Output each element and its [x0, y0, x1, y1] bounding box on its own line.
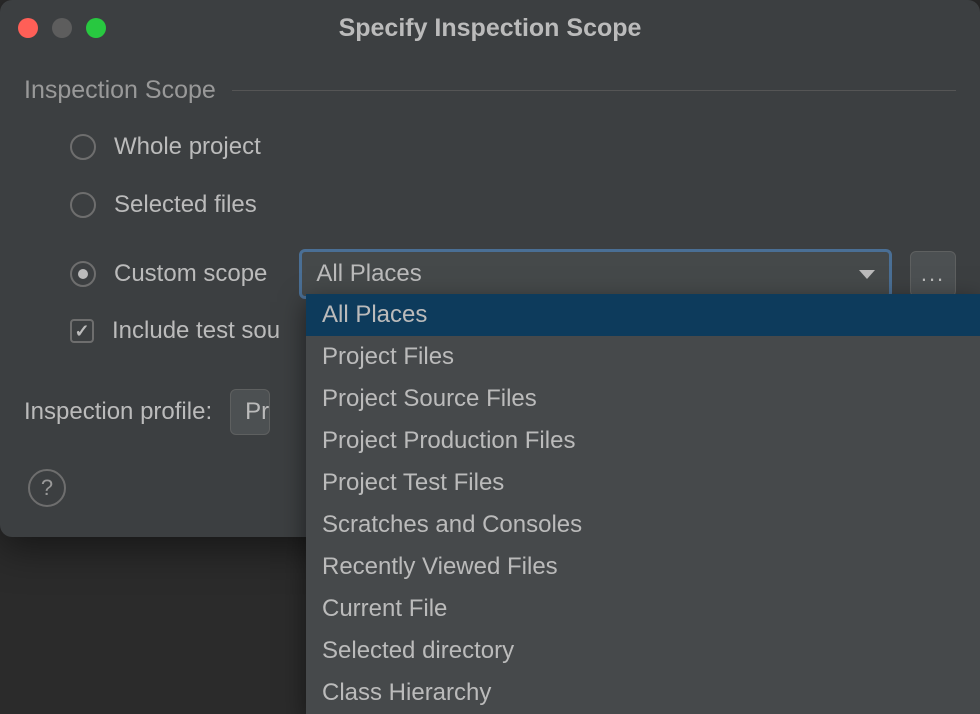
radio-selected-files-label: Selected files: [114, 191, 257, 219]
titlebar: Specify Inspection Scope: [0, 0, 980, 56]
dropdown-option-class-hierarchy[interactable]: Class Hierarchy: [306, 672, 980, 714]
maximize-window-button[interactable]: [86, 18, 106, 38]
include-test-sources-label: Include test sou: [112, 317, 280, 345]
help-button[interactable]: ?: [28, 469, 66, 507]
radio-custom-scope[interactable]: [70, 261, 96, 287]
radio-custom-scope-row: Custom scope All Places ...: [70, 249, 956, 299]
dropdown-option-scratches-consoles[interactable]: Scratches and Consoles: [306, 504, 980, 546]
dropdown-option-project-test-files[interactable]: Project Test Files: [306, 462, 980, 504]
radio-selected-files-row[interactable]: Selected files: [70, 191, 956, 219]
radio-whole-project-row[interactable]: Whole project: [70, 133, 956, 161]
section-divider: [232, 90, 956, 91]
dropdown-option-current-file[interactable]: Current File: [306, 588, 980, 630]
dropdown-option-project-source-files[interactable]: Project Source Files: [306, 378, 980, 420]
section-header: Inspection Scope: [24, 76, 956, 105]
window-controls: [18, 18, 106, 38]
scope-dropdown-popup: All Places Project Files Project Source …: [306, 294, 980, 714]
combobox-value: All Places: [316, 260, 421, 288]
close-window-button[interactable]: [18, 18, 38, 38]
dropdown-option-project-files[interactable]: Project Files: [306, 336, 980, 378]
radio-custom-scope-label: Custom scope: [114, 260, 267, 288]
ellipsis-icon: ...: [921, 261, 945, 287]
dialog-title: Specify Inspection Scope: [339, 14, 642, 43]
dropdown-option-recently-viewed[interactable]: Recently Viewed Files: [306, 546, 980, 588]
dropdown-option-selected-directory[interactable]: Selected directory: [306, 630, 980, 672]
inspection-profile-value: Pr: [245, 398, 269, 426]
inspection-profile-combobox[interactable]: Pr: [230, 389, 270, 435]
chevron-down-icon: [859, 270, 875, 279]
radio-whole-project-label: Whole project: [114, 133, 261, 161]
section-title: Inspection Scope: [24, 76, 216, 105]
radio-whole-project[interactable]: [70, 134, 96, 160]
minimize-window-button[interactable]: [52, 18, 72, 38]
include-test-sources-checkbox[interactable]: [70, 319, 94, 343]
dropdown-option-project-production-files[interactable]: Project Production Files: [306, 420, 980, 462]
inspection-profile-label: Inspection profile:: [24, 398, 212, 426]
browse-scope-button[interactable]: ...: [910, 251, 956, 297]
custom-scope-combobox[interactable]: All Places: [299, 249, 892, 299]
radio-selected-files[interactable]: [70, 192, 96, 218]
dropdown-option-all-places[interactable]: All Places: [306, 294, 980, 336]
help-icon: ?: [41, 475, 53, 501]
